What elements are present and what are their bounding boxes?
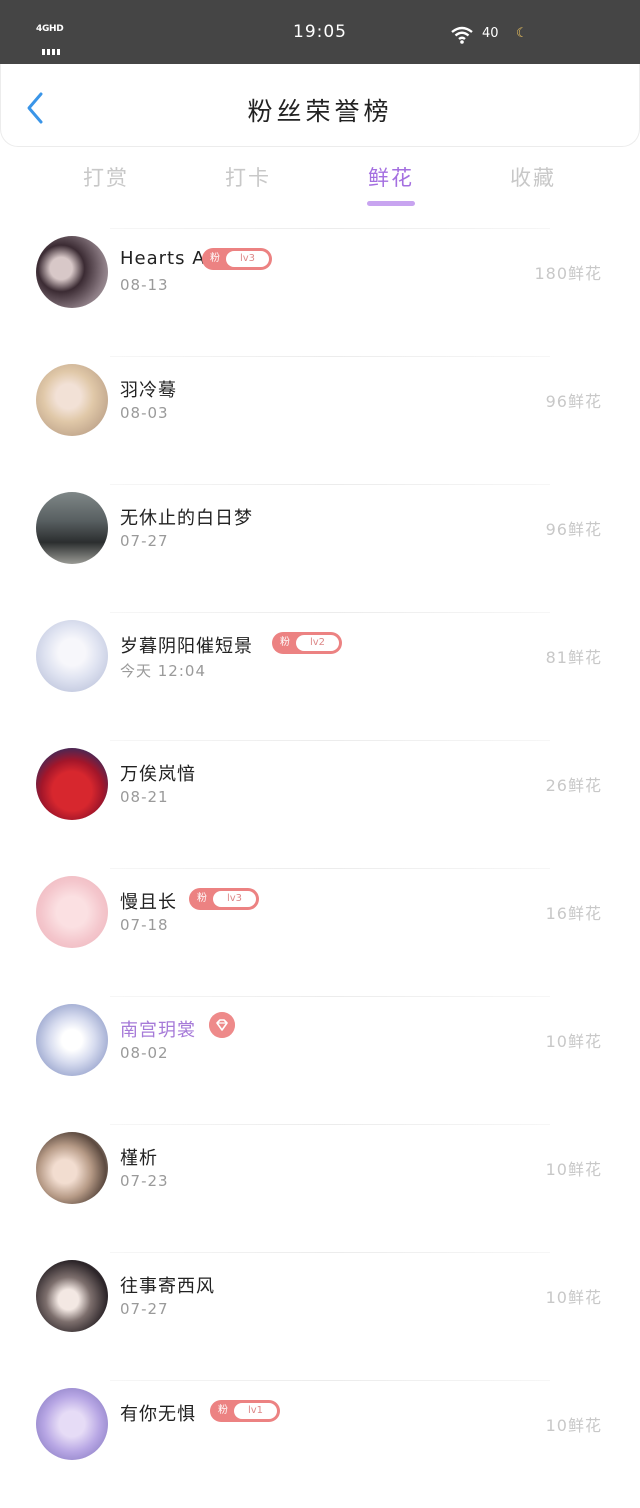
flower-count: 81鲜花: [545, 648, 602, 667]
fan-name: 有你无惧: [120, 1404, 196, 1425]
moon-icon: ☾: [516, 26, 528, 41]
divider: [110, 356, 550, 357]
battery-level: 40: [482, 26, 499, 41]
list-item[interactable]: 无休止的白日梦 07-27 96鲜花: [0, 484, 640, 612]
divider: [110, 996, 550, 997]
fan-date: 07-27: [120, 1300, 169, 1318]
badge-level: lv3: [213, 891, 256, 907]
fan-date: 08-02: [120, 1044, 169, 1062]
fan-name: 岁暮阴阳催短景: [120, 636, 253, 657]
header: 粉丝荣誉榜: [0, 64, 640, 147]
fan-name: 万俟岚愔: [120, 764, 196, 785]
fan-date: 07-23: [120, 1172, 169, 1190]
avatar[interactable]: [36, 492, 108, 564]
badge-level: lv1: [234, 1403, 277, 1419]
signal-icon: 4GHD: [36, 24, 70, 55]
divider: [110, 612, 550, 613]
flower-count: 10鲜花: [545, 1160, 602, 1179]
flower-count: 10鲜花: [545, 1032, 602, 1051]
tab-favorites[interactable]: 收藏: [483, 162, 583, 192]
avatar[interactable]: [36, 1388, 108, 1460]
fan-level-badge: 粉 lv2: [272, 632, 342, 654]
flower-count: 10鲜花: [545, 1416, 602, 1435]
divider: [110, 228, 550, 229]
list-item[interactable]: 南宫玥裳 08-02 10鲜花: [0, 996, 640, 1124]
avatar[interactable]: [36, 364, 108, 436]
active-tab-indicator: [367, 201, 415, 206]
avatar[interactable]: [36, 748, 108, 820]
fan-date: 08-03: [120, 404, 169, 422]
badge-prefix: 粉: [218, 1405, 228, 1416]
divider: [110, 1252, 550, 1253]
badge-prefix: 粉: [280, 637, 290, 648]
flower-count: 96鲜花: [545, 520, 602, 539]
fan-name: 往事寄西风: [120, 1276, 215, 1297]
fan-date: 08-21: [120, 788, 169, 806]
fan-name: Hearts A: [120, 248, 206, 269]
fan-date: 07-27: [120, 532, 169, 550]
flower-count: 16鲜花: [545, 904, 602, 923]
diamond-icon: [209, 1012, 235, 1038]
list-item[interactable]: 槿析 07-23 10鲜花: [0, 1124, 640, 1252]
flower-count: 180鲜花: [534, 264, 602, 283]
fan-name: 槿析: [120, 1148, 158, 1169]
divider: [110, 868, 550, 869]
fan-level-badge: 粉 lv3: [202, 248, 272, 270]
tab-bar: 打赏 打卡 鲜花 收藏: [0, 148, 640, 212]
list-item[interactable]: Hearts A 粉 lv3 08-13 180鲜花: [0, 228, 640, 356]
wifi-icon: [451, 26, 473, 44]
tab-flowers[interactable]: 鲜花: [341, 162, 441, 192]
avatar[interactable]: [36, 1260, 108, 1332]
list-item[interactable]: 慢且长 粉 lv3 07-18 16鲜花: [0, 868, 640, 996]
list-item[interactable]: 有你无惧 粉 lv1 10鲜花: [0, 1380, 640, 1508]
fan-name: 慢且长: [120, 892, 177, 913]
divider: [110, 484, 550, 485]
avatar[interactable]: [36, 1004, 108, 1076]
avatar[interactable]: [36, 620, 108, 692]
list-item[interactable]: 万俟岚愔 08-21 26鲜花: [0, 740, 640, 868]
tab-checkin[interactable]: 打卡: [198, 162, 298, 192]
flower-count: 10鲜花: [545, 1288, 602, 1307]
fan-level-badge: 粉 lv3: [189, 888, 259, 910]
list-item[interactable]: 岁暮阴阳催短景 粉 lv2 今天 12:04 81鲜花: [0, 612, 640, 740]
avatar[interactable]: [36, 1132, 108, 1204]
avatar[interactable]: [36, 236, 108, 308]
flower-count: 96鲜花: [545, 392, 602, 411]
fan-name: 羽冷蓦: [120, 380, 177, 401]
badge-level: lv2: [296, 635, 339, 651]
fan-level-badge: 粉 lv1: [210, 1400, 280, 1422]
badge-level: lv3: [226, 251, 269, 267]
clock: 19:05: [293, 22, 347, 42]
fan-name: 南宫玥裳: [120, 1020, 196, 1041]
avatar[interactable]: [36, 876, 108, 948]
divider: [110, 1124, 550, 1125]
divider: [110, 740, 550, 741]
tab-reward[interactable]: 打赏: [56, 162, 156, 192]
fan-date: 今天 12:04: [120, 662, 206, 680]
fan-name: 无休止的白日梦: [120, 508, 253, 529]
badge-prefix: 粉: [210, 253, 220, 264]
badge-prefix: 粉: [197, 893, 207, 904]
divider: [110, 1380, 550, 1381]
list-item[interactable]: 往事寄西风 07-27 10鲜花: [0, 1252, 640, 1380]
fan-date: 07-18: [120, 916, 169, 934]
page-title: 粉丝荣誉榜: [247, 97, 393, 126]
status-bar: 4GHD 19:05 40 ☾: [0, 0, 640, 64]
flower-count: 26鲜花: [545, 776, 602, 795]
list-item[interactable]: 羽冷蓦 08-03 96鲜花: [0, 356, 640, 484]
network-type: 4GHD: [36, 24, 64, 34]
fan-date: 08-13: [120, 276, 169, 294]
